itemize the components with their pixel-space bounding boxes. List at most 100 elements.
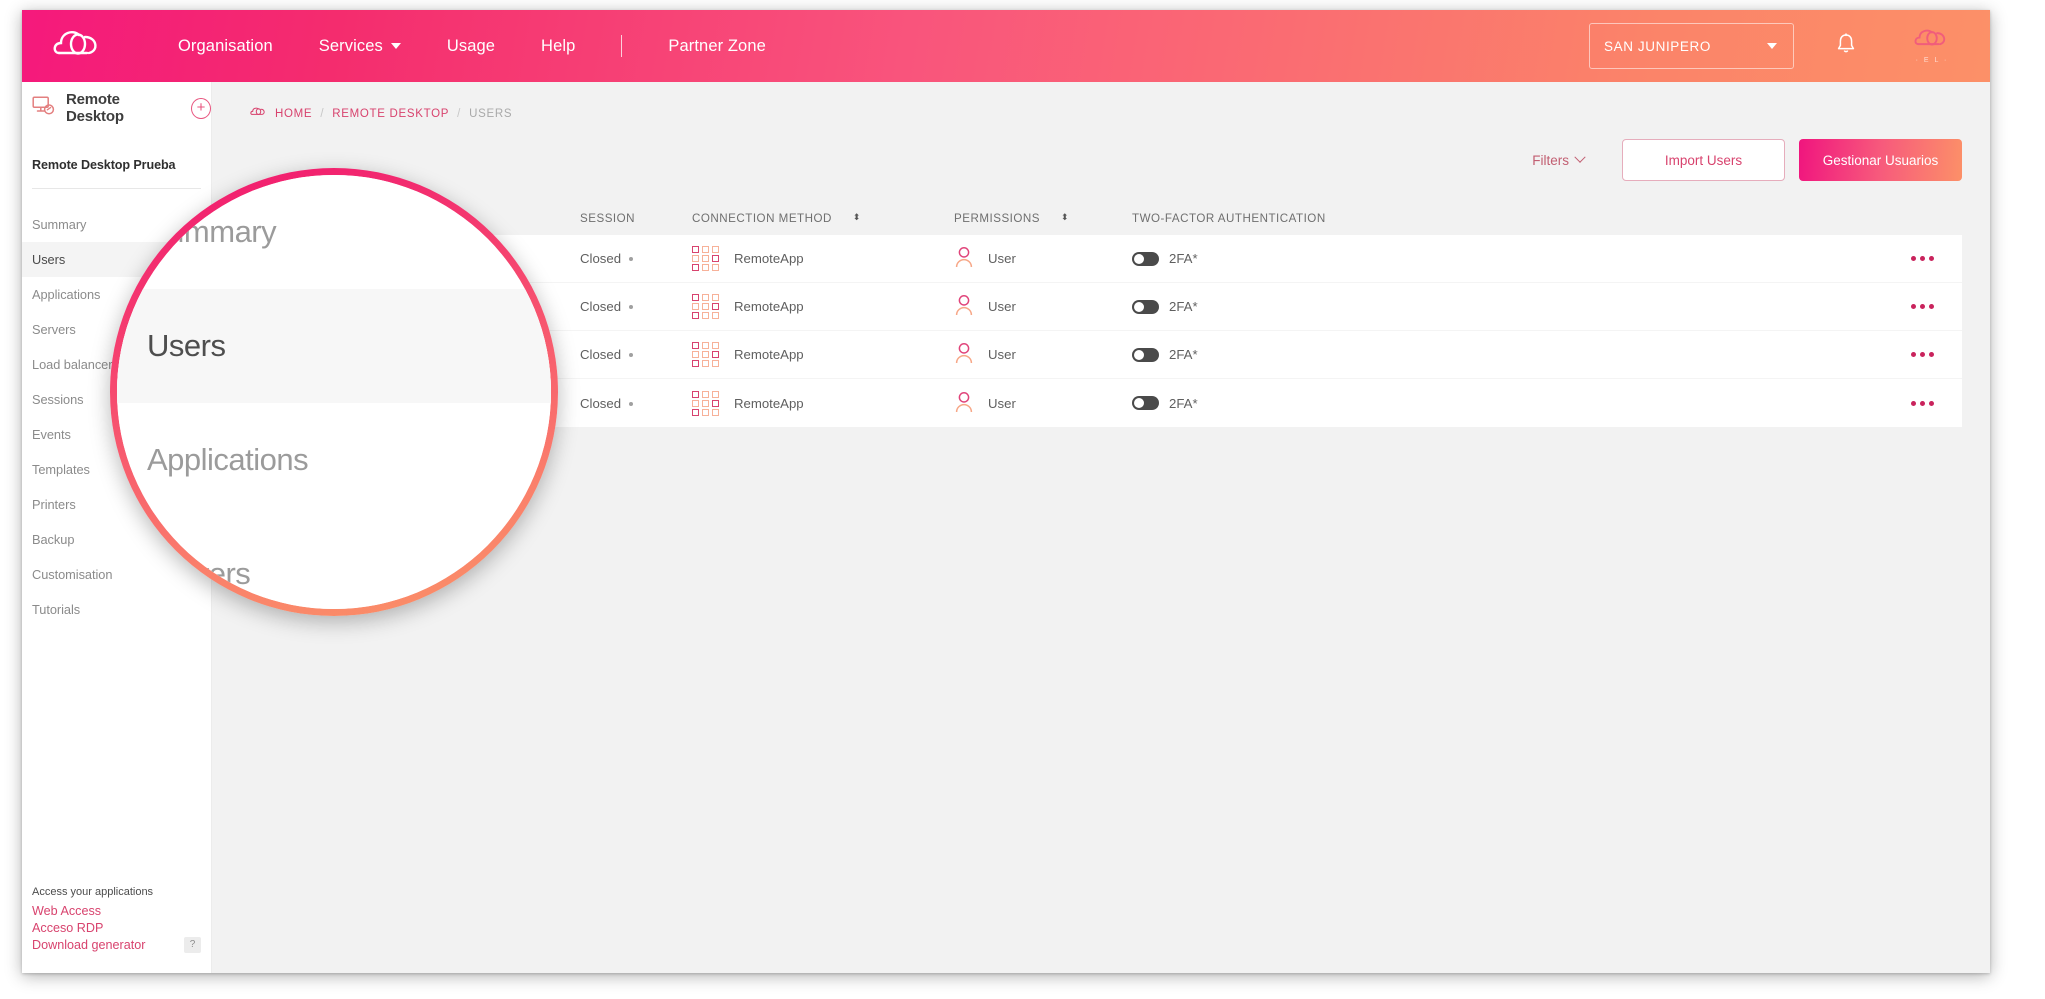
notification-bell-icon[interactable] [1836,32,1856,60]
nav-item-help[interactable]: Help [541,37,575,56]
magnified-item-servers[interactable]: Servers [117,517,551,609]
sidebar-footer: Access your applications Web Access Acce… [22,886,211,973]
magnifier-overlay: Summary Users Applications Servers ad ba… [110,168,558,616]
breadcrumb-separator: / [457,107,462,120]
nav-item-organisation[interactable]: Organisation [178,37,273,56]
remoteapp-grid-icon [692,390,720,416]
column-header-two-factor: TWO-FACTOR AUTHENTICATION [1132,211,1326,225]
row-actions-menu-icon[interactable] [1910,400,1934,406]
cell-two-factor: 2FA* [1132,347,1882,362]
connection-label: RemoteApp [734,299,804,314]
magnified-item-summary[interactable]: Summary [117,175,551,289]
sidebar-link-download-generator[interactable]: Download generator [32,937,145,953]
cell-permissions: User [954,294,1132,319]
status-dot [629,401,634,406]
user-brand-subtext: · E L · [1915,57,1949,64]
nav-label: Services [318,36,383,55]
session-status: Closed [580,251,622,266]
filters-dropdown[interactable]: Filters [1532,151,1586,168]
cell-actions [1882,256,1962,261]
two-factor-toggle[interactable] [1132,396,1159,410]
chevron-down-icon [390,42,401,49]
user-brand-logo[interactable]: · E L · [1904,28,1960,64]
nav-item-usage[interactable]: Usage [447,37,495,56]
cell-two-factor: 2FA* [1132,251,1882,266]
cell-permissions: User [954,246,1132,271]
cell-actions [1882,304,1962,309]
session-status: Closed [580,299,622,314]
cell-permissions: User [954,391,1132,416]
row-actions-menu-icon[interactable] [1910,256,1934,261]
nav-item-partner-zone[interactable]: Partner Zone [668,37,766,56]
user-avatar-icon [954,294,974,319]
user-avatar-icon [954,391,974,416]
sidebar-service-title: Remote Desktop [66,91,124,125]
cell-actions [1882,400,1962,406]
nav-label: Help [541,36,576,55]
import-users-button[interactable]: Import Users [1622,139,1785,181]
two-factor-toggle[interactable] [1132,299,1159,314]
cell-actions [1882,352,1962,357]
row-actions-menu-icon[interactable] [1910,304,1934,309]
sort-icon: ⬍ [1061,212,1070,223]
nav-item-services[interactable]: Services [319,37,401,56]
two-factor-toggle[interactable] [1132,251,1159,266]
filters-label: Filters [1532,152,1569,168]
page-toolbar: Filters Import Users Gestionar Usuarios [212,121,1990,181]
session-status: Closed [580,395,622,411]
chevron-down-icon [1767,43,1777,49]
magnified-item-applications[interactable]: Applications [117,403,551,517]
two-factor-label: 2FA* [1169,251,1198,266]
sidebar-service-header: Remote Desktop + [22,82,211,134]
sidebar-link-web-access[interactable]: Web Access [32,903,201,919]
sort-icon: ⬍ [852,212,861,223]
nav-divider [621,35,623,57]
sidebar-footer-label: Access your applications [32,885,154,898]
remoteapp-grid-icon [692,294,720,319]
breadcrumb-item-users: USERS [469,107,513,120]
organisation-selector-value: SAN JUNIPERO [1604,38,1711,54]
magnifier-content: Summary Users Applications Servers ad ba… [117,175,551,609]
cloud-icon [250,106,267,121]
cell-connection-method: RemoteApp [692,342,954,367]
add-service-button[interactable]: + [191,97,211,119]
cell-session: Closed [580,347,692,362]
magnified-item-users[interactable]: Users [117,289,551,403]
cell-connection-method: RemoteApp [692,294,954,319]
screenshot-root: Organisation Services Usage Help Partner… [0,0,2045,999]
connection-label: RemoteApp [734,395,804,411]
user-avatar-icon [954,342,974,367]
organisation-selector[interactable]: SAN JUNIPERO [1589,23,1794,69]
permission-label: User [988,251,1016,266]
remote-desktop-icon [32,95,56,121]
permission-label: User [988,299,1016,314]
status-dot [629,353,634,357]
cell-connection-method: RemoteApp [692,390,954,416]
sidebar-footer-row: Download generator ? [32,936,201,953]
column-header-permissions[interactable]: PERMISSIONS ⬍ [954,212,1132,225]
row-actions-menu-icon[interactable] [1910,352,1934,357]
help-icon[interactable]: ? [184,936,201,953]
breadcrumb-item-remote-desktop[interactable]: REMOTE DESKTOP [332,108,449,120]
sidebar-link-acceso-rdp[interactable]: Acceso RDP [32,920,201,936]
breadcrumb: HOME / REMOTE DESKTOP / USERS [212,82,1990,121]
manage-users-button[interactable]: Gestionar Usuarios [1799,139,1962,181]
two-factor-toggle[interactable] [1132,347,1159,362]
cell-session: Closed [580,251,692,266]
column-label: PERMISSIONS [954,211,1041,225]
breadcrumb-separator: / [320,107,325,120]
column-header-connection-method[interactable]: CONNECTION METHOD ⬍ [692,212,954,225]
nav-label: Usage [446,36,496,55]
column-label: CONNECTION METHOD [692,211,832,225]
cell-two-factor: 2FA* [1132,396,1882,411]
connection-label: RemoteApp [734,347,804,362]
cloud-logo-icon[interactable] [50,26,106,66]
nav-label: Organisation [178,36,273,55]
cell-session: Closed [580,396,692,411]
status-dot [629,305,634,309]
remoteapp-grid-icon [692,342,720,367]
cell-two-factor: 2FA* [1132,299,1882,314]
breadcrumb-item-home[interactable]: HOME [275,108,312,120]
two-factor-label: 2FA* [1169,395,1198,411]
two-factor-label: 2FA* [1169,347,1198,362]
